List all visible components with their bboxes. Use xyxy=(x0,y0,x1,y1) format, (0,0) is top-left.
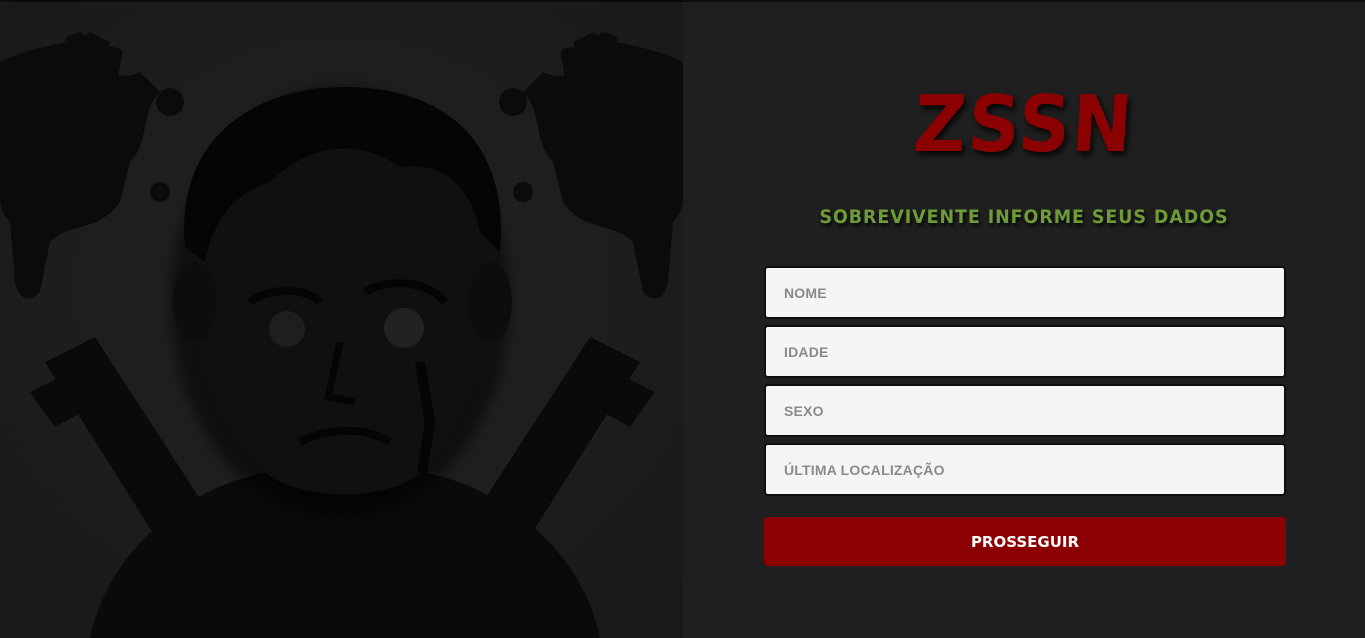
right-eye-shape xyxy=(384,308,424,348)
last-location-input[interactable] xyxy=(764,443,1286,496)
form-panel: ZSSN SOBREVIVENTE INFORME SEUS DADOS PRO… xyxy=(683,2,1365,638)
zssn-logo: ZSSN xyxy=(911,80,1137,170)
age-input[interactable] xyxy=(764,325,1286,378)
hero-illustration xyxy=(0,2,683,638)
zombie-survivor-illustration xyxy=(0,2,683,638)
login-page: ZSSN SOBREVIVENTE INFORME SEUS DADOS PRO… xyxy=(0,0,1365,638)
proceed-button[interactable]: PROSSEGUIR xyxy=(764,517,1286,566)
sex-input[interactable] xyxy=(764,384,1286,437)
form-heading: SOBREVIVENTE INFORME SEUS DADOS xyxy=(819,206,1229,228)
left-eye-shape xyxy=(269,311,305,347)
name-input[interactable] xyxy=(764,266,1286,319)
